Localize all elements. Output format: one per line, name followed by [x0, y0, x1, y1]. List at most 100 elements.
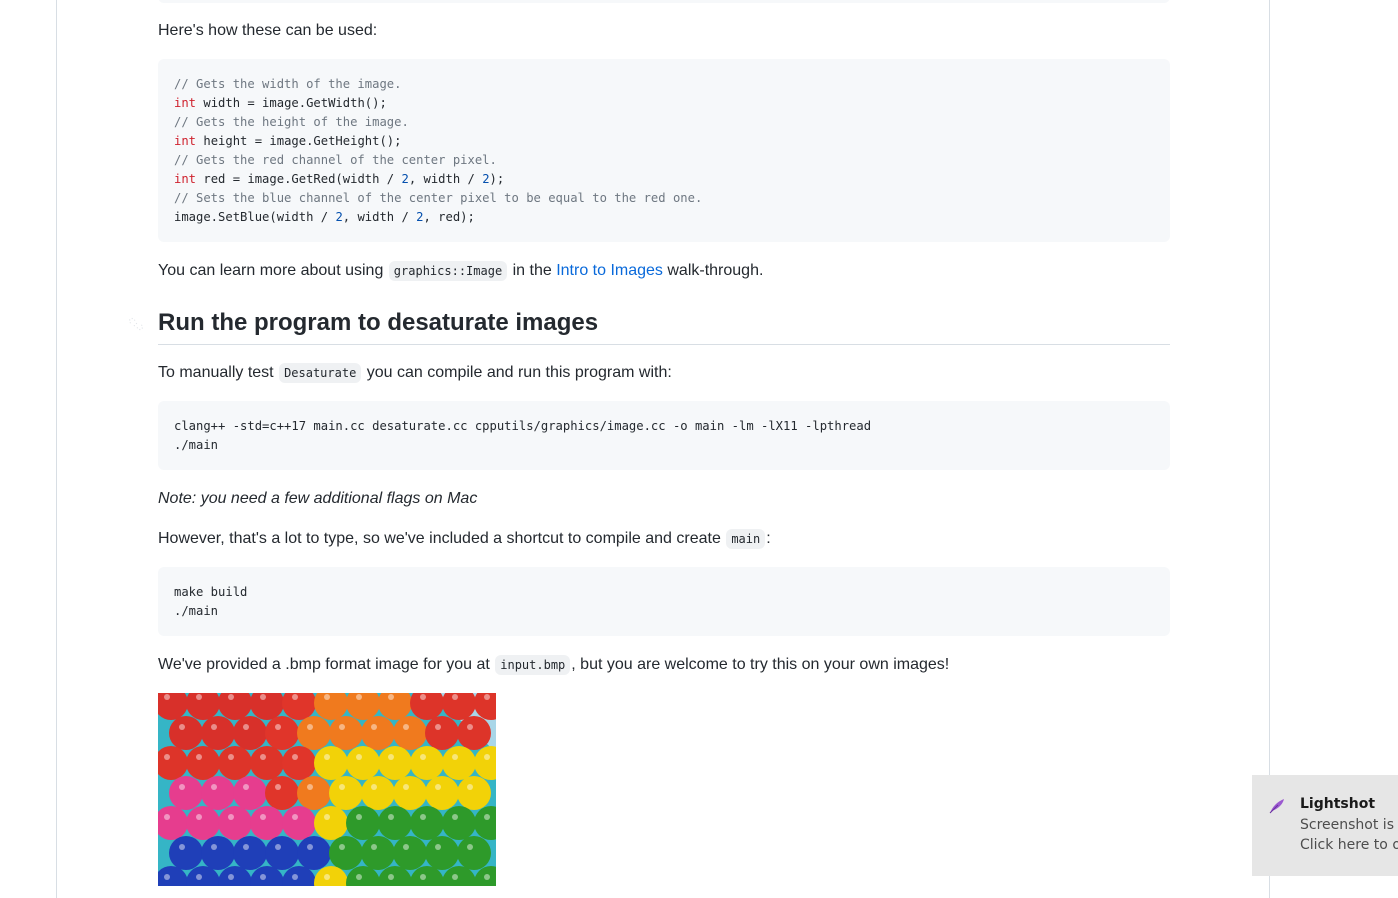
ball: [297, 776, 331, 810]
ball-highlight: [339, 784, 345, 790]
ball: [329, 776, 363, 810]
ball-highlight: [260, 694, 266, 700]
inline-code: input.bmp: [495, 655, 571, 675]
ball-highlight: [339, 724, 345, 730]
ball: [314, 746, 348, 780]
lightshot-notification[interactable]: Lightshot Screenshot is s Click here to …: [1252, 775, 1398, 876]
ball-highlight: [356, 874, 362, 880]
ball-highlight: [435, 724, 441, 730]
text: You can learn more about using: [158, 262, 388, 279]
ball-highlight: [339, 844, 345, 850]
ball-highlight: [292, 754, 298, 760]
ball: [169, 776, 203, 810]
ball-highlight: [164, 754, 170, 760]
link-icon[interactable]: [128, 316, 146, 334]
text: walk-through.: [662, 262, 764, 279]
ball-highlight: [420, 694, 426, 700]
ball-highlight: [435, 784, 441, 790]
ball: [457, 836, 491, 870]
text: To manually test: [158, 364, 279, 381]
ball-highlight: [211, 784, 217, 790]
ball: [233, 716, 267, 750]
ball: [297, 716, 331, 750]
ball: [265, 716, 299, 750]
code-keyword: int: [174, 172, 197, 186]
code-line: // Gets the width of the image.: [174, 77, 401, 91]
ball-pit-image: [158, 693, 496, 886]
ball-highlight: [420, 754, 426, 760]
ball: [393, 716, 427, 750]
code-block-compile: clang++ -std=c++17 main.cc desaturate.cc…: [158, 401, 1170, 470]
text: you can compile and run this program wit…: [362, 364, 672, 381]
ball-highlight: [356, 814, 362, 820]
code-keyword: int: [174, 134, 197, 148]
ball-highlight: [275, 784, 281, 790]
ball: [378, 806, 412, 840]
intro-to-images-link[interactable]: Intro to Images: [556, 262, 663, 279]
code-block-usage: // Gets the width of the image. int widt…: [158, 59, 1170, 242]
feather-icon: [1268, 797, 1286, 820]
ball-highlight: [452, 694, 458, 700]
ball: [201, 776, 235, 810]
code-text: , red);: [423, 210, 475, 224]
learn-more-text: You can learn more about using graphics:…: [158, 259, 763, 283]
ball: [361, 776, 395, 810]
code-line: make build: [174, 585, 248, 599]
ball-highlight: [243, 784, 249, 790]
text: in the: [508, 262, 557, 279]
ball-highlight: [196, 754, 202, 760]
ball-highlight: [484, 754, 490, 760]
manual-test-text: To manually test Desaturate you can comp…: [158, 361, 672, 385]
ball: [346, 746, 380, 780]
code-comment: // Gets the width of the image.: [174, 77, 402, 91]
code-text: , width /: [408, 172, 483, 186]
code-line: ./main: [174, 438, 219, 452]
ball-highlight: [292, 874, 298, 880]
ball: [457, 776, 491, 810]
ball: [378, 746, 412, 780]
ball: [297, 836, 331, 870]
ball: [265, 836, 299, 870]
ball: [186, 806, 220, 840]
ball-highlight: [228, 874, 234, 880]
code-text: red = image.GetRed(width /: [196, 172, 402, 186]
ball: [410, 746, 444, 780]
ball-highlight: [164, 874, 170, 880]
previous-code-block: [158, 0, 1170, 3]
ball: [218, 806, 252, 840]
ball-highlight: [228, 754, 234, 760]
ball-highlight: [371, 784, 377, 790]
section-heading: Run the program to desaturate images: [158, 305, 1170, 345]
ball-highlight: [388, 874, 394, 880]
ball-highlight: [196, 874, 202, 880]
ball: [282, 746, 316, 780]
ball: [442, 806, 476, 840]
ball: [233, 776, 267, 810]
ball: [201, 716, 235, 750]
ball-highlight: [243, 724, 249, 730]
ball: [457, 716, 491, 750]
code-text: image.SetBlue(width /: [174, 210, 336, 224]
code-line: // Gets the red channel of the center pi…: [174, 153, 497, 167]
ball: [425, 716, 459, 750]
code-text: , width /: [342, 210, 417, 224]
ball-highlight: [179, 724, 185, 730]
ball-highlight: [356, 754, 362, 760]
ball-highlight: [211, 844, 217, 850]
ball: [250, 746, 284, 780]
ball-highlight: [243, 844, 249, 850]
ball-highlight: [388, 814, 394, 820]
ball: [250, 806, 284, 840]
ball-highlight: [164, 814, 170, 820]
ball-highlight: [196, 814, 202, 820]
code-text: height = image.GetHeight();: [196, 134, 402, 148]
text: , but you are welcome to try this on you…: [571, 656, 950, 673]
ball-highlight: [467, 784, 473, 790]
ball-highlight: [371, 724, 377, 730]
code-block-make: make build ./main: [158, 567, 1170, 636]
text: However, that's a lot to type, so we've …: [158, 530, 726, 547]
code-text: width = image.GetWidth();: [196, 96, 387, 110]
code-number: 2: [401, 172, 409, 186]
code-line: int red = image.GetRed(width / 2, width …: [174, 172, 504, 186]
ball-highlight: [228, 694, 234, 700]
